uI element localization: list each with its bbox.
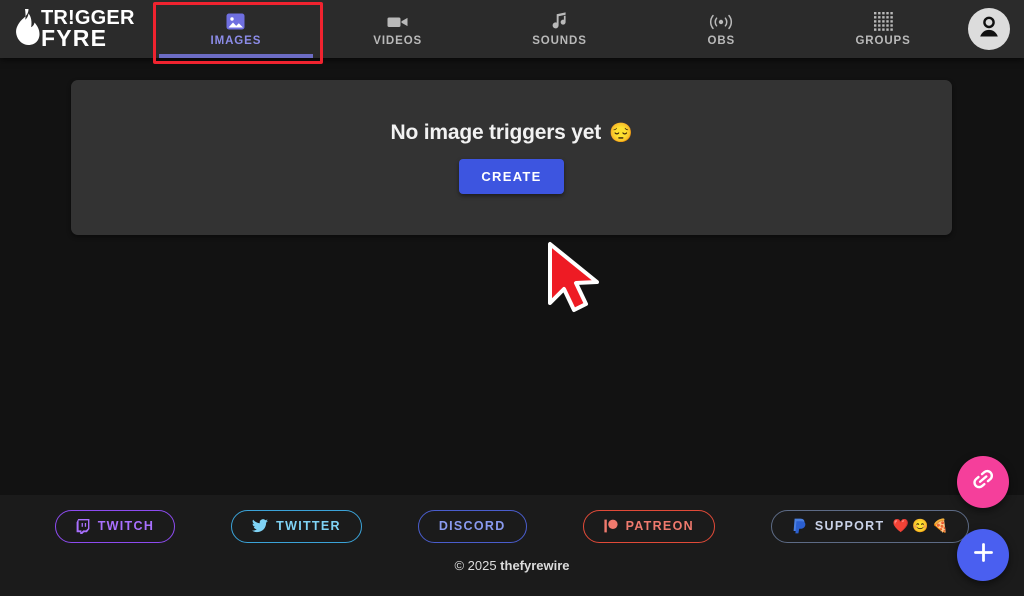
brand-logo[interactable]: TR!GGER FYRE [0,0,155,58]
social-label: SUPPORT [814,519,885,533]
app-root: TR!GGER FYRE IMAGES VIDEOS SOUNDS OBS GR… [0,0,1024,596]
nav-tab-label: OBS [707,34,736,47]
site-footer: TWITCH TWITTER DISCORD PATREON SUPPORT ❤… [0,495,1024,596]
create-button[interactable]: CREATE [459,159,564,194]
nav-tab-label: VIDEOS [373,34,423,47]
active-tab-underline [159,54,313,58]
social-label: PATREON [625,519,694,533]
nav-tab-groups[interactable]: GROUPS [802,0,964,58]
patreon-icon [603,519,618,533]
empty-state-panel: No image triggers yet 😔 CREATE [71,80,952,235]
brand-wordmark: TR!GGER FYRE [41,8,135,51]
music-note-icon [550,12,568,32]
nav-tab-label: SOUNDS [532,34,587,47]
twitch-icon [76,518,90,534]
flame-icon [14,8,40,51]
link-icon [971,467,996,497]
grid-dots-icon [873,12,893,32]
add-fab[interactable] [957,529,1009,581]
copyright-brand: thefyrewire [500,558,570,573]
nav-tab-sounds[interactable]: SOUNDS [479,0,641,58]
nav-tab-label: IMAGES [210,34,262,47]
copyright-prefix: © 2025 [454,558,501,573]
support-emojis: ❤️ 😊 🍕 [892,518,949,533]
support-link-button[interactable]: SUPPORT ❤️ 😊 🍕 [770,509,970,543]
empty-state-heading: No image triggers yet 😔 [391,121,633,145]
top-navigation-bar: TR!GGER FYRE IMAGES VIDEOS SOUNDS OBS GR… [0,0,1024,58]
social-label: DISCORD [438,519,506,533]
twitch-link-button[interactable]: TWITCH [54,509,176,543]
link-fab[interactable] [957,456,1009,508]
copyright-notice: © 2025 thefyrewire [0,558,1024,573]
nav-tab-obs[interactable]: OBS [640,0,802,58]
plus-icon [971,540,996,570]
empty-state-text: No image triggers yet [390,121,602,144]
user-avatar[interactable] [968,8,1010,50]
social-label: TWITCH [97,519,155,533]
video-camera-icon [387,12,409,32]
social-label: TWITTER [276,519,341,533]
social-links-row: TWITCH TWITTER DISCORD PATREON SUPPORT ❤… [0,508,1024,544]
pensive-face-emoji: 😔 [609,123,633,144]
user-avatar-icon [976,14,1002,45]
paypal-icon [792,518,807,534]
main-content: No image triggers yet 😔 CREATE [0,58,1024,495]
brand-line-2: FYRE [41,24,108,51]
nav-tab-label: GROUPS [855,34,911,47]
mouse-pointer-icon [545,241,607,318]
nav-tab-videos[interactable]: VIDEOS [317,0,479,58]
twitter-link-button[interactable]: TWITTER [231,509,362,543]
patreon-link-button[interactable]: PATREON [582,509,715,543]
discord-link-button[interactable]: DISCORD [417,509,527,543]
nav-tab-images[interactable]: IMAGES [155,0,317,58]
broadcast-icon [709,12,733,32]
twitter-icon [252,519,269,533]
image-icon [226,12,245,32]
nav-tab-list: IMAGES VIDEOS SOUNDS OBS GROUPS [155,0,964,58]
